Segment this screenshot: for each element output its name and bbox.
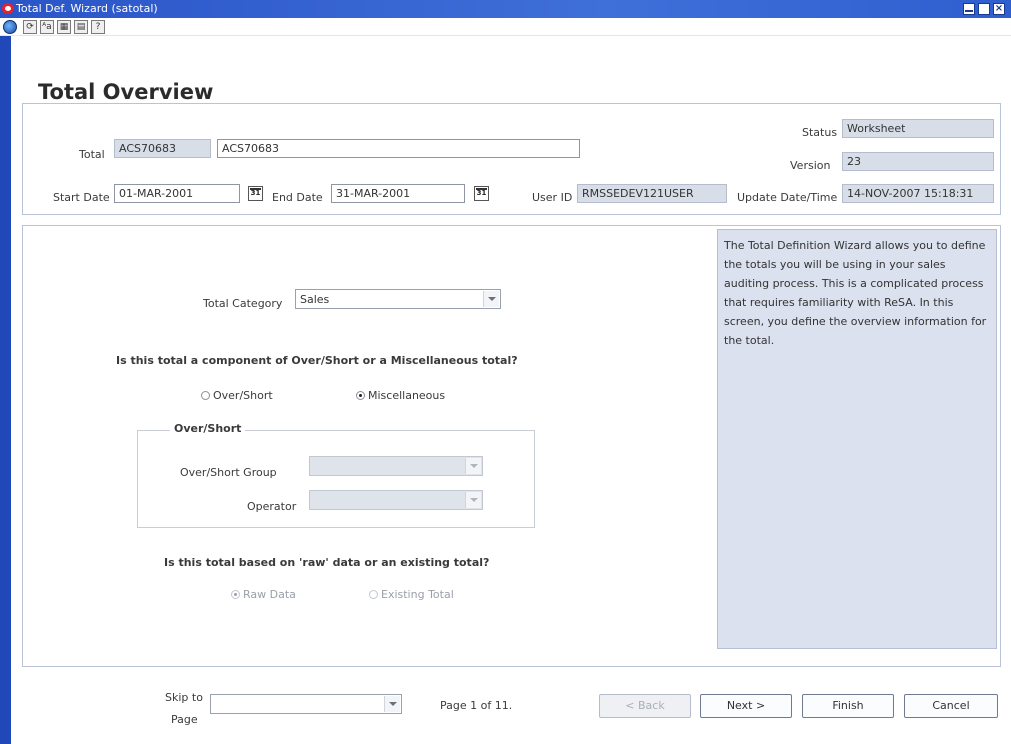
start-date-input[interactable]: 01-MAR-2001 xyxy=(114,184,240,203)
page-title: Total Overview xyxy=(38,80,214,104)
minimize-button[interactable] xyxy=(963,3,975,15)
overshort-groupbox xyxy=(137,430,535,528)
status-label: Status xyxy=(802,126,838,139)
overshort-group-select[interactable] xyxy=(309,456,483,476)
total-category-value: Sales xyxy=(300,293,330,306)
maximize-button[interactable] xyxy=(978,3,990,15)
skip-to-label: Skip to xyxy=(165,691,203,704)
page-info: Page 1 of 11. xyxy=(440,699,513,712)
window-titlebar: Total Def. Wizard (satotal) × xyxy=(0,0,1011,18)
finish-button[interactable]: Finish xyxy=(802,694,894,718)
skip-to-page-select[interactable] xyxy=(210,694,402,714)
close-button[interactable]: × xyxy=(993,3,1005,15)
radio-existing-total-icon[interactable] xyxy=(369,590,378,599)
update-datetime-label: Update Date/Time xyxy=(737,191,838,204)
user-id-label: User ID xyxy=(532,191,573,204)
start-date-label: Start Date xyxy=(53,191,110,204)
radio-miscellaneous-selected-icon[interactable] xyxy=(356,391,365,400)
back-button[interactable]: < Back xyxy=(599,694,691,718)
radio-existing-total[interactable]: Existing Total xyxy=(369,588,454,601)
radio-miscellaneous[interactable]: Miscellaneous xyxy=(356,389,445,402)
radio-overshort-icon[interactable] xyxy=(201,391,210,400)
component-question: Is this total a component of Over/Short … xyxy=(116,354,518,367)
help-icon[interactable]: ? xyxy=(91,20,105,34)
refresh-icon[interactable]: ⟳ xyxy=(23,20,37,34)
data-source-question: Is this total based on 'raw' data or an … xyxy=(164,556,490,569)
next-button[interactable]: Next > xyxy=(700,694,792,718)
cancel-button[interactable]: Cancel xyxy=(904,694,998,718)
help-panel: The Total Definition Wizard allows you t… xyxy=(717,229,997,649)
end-date-input[interactable]: 31-MAR-2001 xyxy=(331,184,465,203)
operator-label: Operator xyxy=(247,500,297,513)
start-date-calendar-icon[interactable]: 31 xyxy=(248,186,263,201)
radio-raw-data-selected-icon[interactable] xyxy=(231,590,240,599)
globe-icon[interactable] xyxy=(3,20,17,34)
end-date-calendar-icon[interactable]: 31 xyxy=(474,186,489,201)
overshort-group-title: Over/Short xyxy=(170,422,246,435)
oracle-logo-icon xyxy=(2,3,14,14)
total-label: Total xyxy=(79,148,105,161)
font-icon[interactable]: ᴬa xyxy=(40,20,54,34)
total-description-input[interactable]: ACS70683 xyxy=(217,139,580,158)
window-title: Total Def. Wizard (satotal) xyxy=(16,2,158,15)
chevron-down-icon[interactable] xyxy=(483,291,499,307)
skip-page-label: Page xyxy=(171,713,198,726)
operator-select[interactable] xyxy=(309,490,483,510)
overshort-group-label: Over/Short Group xyxy=(180,466,277,479)
user-id-field: RMSSEDEV121USER xyxy=(577,184,727,203)
total-category-label: Total Category xyxy=(203,297,283,310)
end-date-label: End Date xyxy=(272,191,323,204)
update-datetime-field: 14-NOV-2007 15:18:31 xyxy=(842,184,994,203)
version-label: Version xyxy=(790,159,831,172)
version-field: 23 xyxy=(842,152,994,171)
chevron-down-icon[interactable] xyxy=(384,696,400,712)
chevron-down-icon[interactable] xyxy=(465,492,481,508)
toolbar: ⟳ ᴬa ▦ ▤ ? xyxy=(0,18,1011,36)
total-id-field: ACS70683 xyxy=(114,139,211,158)
print-icon[interactable]: ▤ xyxy=(74,20,88,34)
status-field: Worksheet xyxy=(842,119,994,138)
radio-raw-data[interactable]: Raw Data xyxy=(231,588,296,601)
left-accent-bar xyxy=(0,36,11,744)
total-category-select[interactable]: Sales xyxy=(295,289,501,309)
chevron-down-icon[interactable] xyxy=(465,458,481,474)
radio-overshort[interactable]: Over/Short xyxy=(201,389,273,402)
calendar-icon[interactable]: ▦ xyxy=(57,20,71,34)
